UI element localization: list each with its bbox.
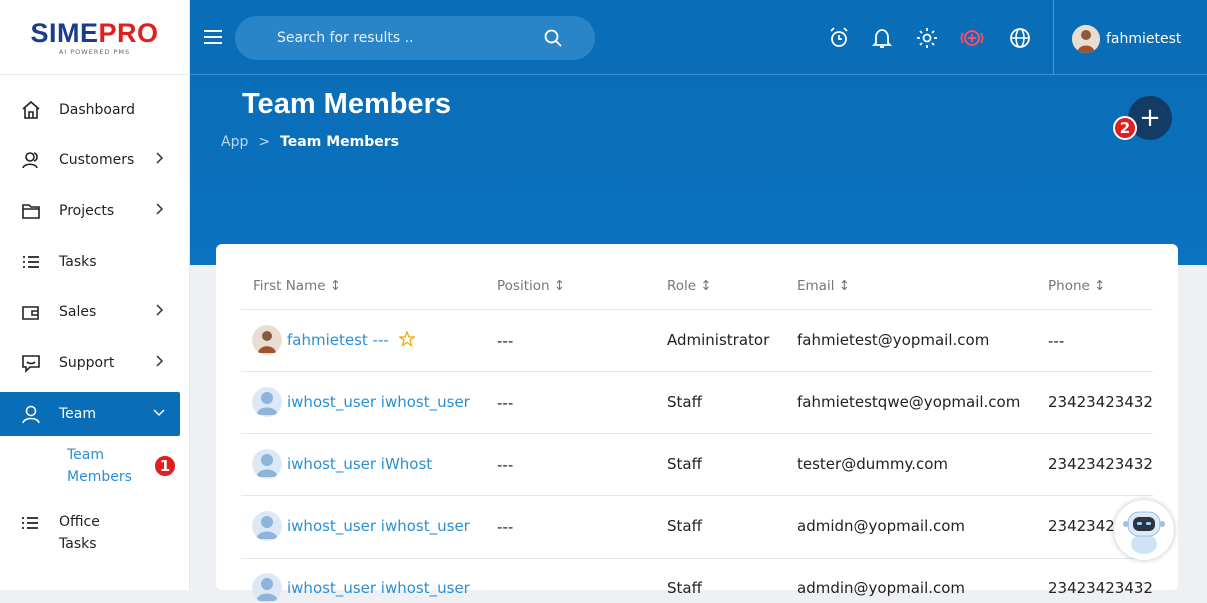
sidebar-item-label: Projects	[59, 203, 115, 219]
sidebar-item-office-tasks[interactable]: Office Tasks	[20, 511, 160, 555]
member-name[interactable]: fahmietest ---	[287, 331, 389, 349]
member-phone: ---	[1048, 332, 1065, 350]
sidebar-item-support[interactable]: Support	[0, 341, 180, 385]
chat-icon	[20, 352, 42, 374]
chevron-right-icon	[156, 152, 164, 164]
robot-icon	[1123, 511, 1165, 554]
member-phone: 234234234324	[1048, 517, 1118, 535]
sidebar-item-projects[interactable]: Projects	[0, 189, 180, 233]
sidebar-item-label: Team	[59, 406, 97, 422]
logo-text-pro: PRO	[98, 17, 159, 48]
column-header-phone[interactable]: Phone ↕	[1048, 278, 1105, 294]
member-position: ---	[497, 456, 514, 474]
breadcrumb: App > Team Members	[221, 134, 399, 150]
breadcrumb-separator: >	[258, 134, 271, 150]
member-role: Staff	[667, 393, 702, 411]
annotation-badge-1: 1	[153, 454, 177, 478]
search-placeholder: Search for results ..	[277, 30, 414, 46]
member-phone: 234234234324	[1048, 393, 1153, 411]
logo-text-sime: SIME	[30, 17, 99, 48]
member-email: tester@dummy.com	[797, 455, 948, 473]
alarm-clock-icon[interactable]	[827, 26, 851, 50]
default-avatar-icon	[252, 387, 282, 417]
add-circle-icon[interactable]	[960, 26, 984, 50]
sidebar-item-team[interactable]: Team	[0, 392, 180, 436]
member-position: ---	[497, 394, 514, 412]
annotation-badge-2: 2	[1113, 116, 1137, 140]
default-avatar-icon	[252, 511, 282, 541]
member-name[interactable]: iwhost_user iwhost_user	[287, 517, 470, 535]
column-header-role[interactable]: Role ↕	[667, 278, 712, 294]
divider	[241, 433, 1153, 434]
sidebar-item-label: Support	[59, 355, 115, 371]
user-menu[interactable]: fahmietest	[1072, 25, 1181, 53]
breadcrumb-root[interactable]: App	[221, 134, 248, 150]
search-icon[interactable]	[543, 28, 563, 48]
hamburger-menu-icon[interactable]	[203, 27, 223, 47]
chevron-down-icon	[153, 409, 165, 417]
member-role: Staff	[667, 579, 702, 597]
sidebar-item-tasks[interactable]: Tasks	[0, 240, 180, 284]
column-header-email[interactable]: Email ↕	[797, 278, 850, 294]
divider	[241, 558, 1153, 559]
sidebar-item-dashboard[interactable]: Dashboard	[0, 88, 180, 132]
divider	[241, 309, 1153, 310]
home-icon	[20, 99, 42, 121]
chatbot-button[interactable]	[1114, 500, 1174, 560]
chevron-right-icon	[156, 304, 164, 316]
member-email: admdin@yopmail.com	[797, 579, 966, 597]
avatar	[252, 325, 282, 355]
users-icon	[20, 149, 42, 171]
breadcrumb-current: Team Members	[280, 134, 399, 150]
member-name[interactable]: iwhost_user iWhost	[287, 455, 432, 473]
globe-icon[interactable]	[1008, 26, 1032, 50]
chevron-right-icon	[156, 355, 164, 367]
sidebar-item-customers[interactable]: Customers	[0, 138, 180, 182]
member-phone: 234234234324	[1048, 455, 1153, 473]
user-icon	[20, 403, 42, 425]
member-position: ---	[497, 518, 514, 536]
bell-icon[interactable]	[870, 26, 894, 50]
sidebar-subitem-team-members[interactable]: Team Members	[67, 444, 147, 488]
member-name[interactable]: iwhost_user iwhost_user	[287, 579, 470, 597]
team-members-card	[216, 244, 1178, 590]
default-avatar-icon	[252, 573, 282, 603]
sidebar: SIMEPRO AI POWERED PMS Dashboard Custome…	[0, 0, 190, 590]
folder-icon	[20, 200, 42, 222]
sidebar-item-label: Dashboard	[59, 102, 135, 118]
search-input[interactable]: Search for results ..	[235, 16, 595, 60]
star-icon[interactable]	[399, 331, 415, 347]
member-email: admidn@yopmail.com	[797, 517, 966, 535]
divider	[241, 495, 1153, 496]
default-avatar-icon	[252, 449, 282, 479]
sidebar-item-sales[interactable]: Sales	[0, 290, 180, 334]
avatar	[1072, 25, 1100, 53]
column-header-position[interactable]: Position ↕	[497, 278, 565, 294]
member-email: fahmietestqwe@yopmail.com	[797, 393, 1021, 411]
username: fahmietest	[1106, 31, 1182, 47]
member-role: Staff	[667, 455, 702, 473]
member-phone: 234234234324	[1048, 579, 1153, 597]
divider	[241, 371, 1153, 372]
gear-icon[interactable]	[915, 26, 939, 50]
page-title: Team Members	[242, 88, 451, 120]
member-email: fahmietest@yopmail.com	[797, 331, 990, 349]
wallet-icon	[20, 301, 42, 323]
top-bar: Search for results .. fahmietest	[190, 0, 1207, 75]
member-position: ---	[497, 332, 514, 350]
column-header-first-name[interactable]: First Name ↕	[253, 278, 341, 294]
member-role: Staff	[667, 517, 702, 535]
topbar-divider	[1053, 0, 1054, 75]
sidebar-item-label: Tasks	[59, 254, 97, 270]
sidebar-item-label: Sales	[59, 304, 97, 320]
list-icon	[20, 513, 40, 540]
member-role: Administrator	[667, 331, 770, 349]
sidebar-item-label: Customers	[59, 152, 135, 168]
list-icon	[20, 251, 42, 273]
chevron-right-icon	[156, 203, 164, 215]
member-name[interactable]: iwhost_user iwhost_user	[287, 393, 470, 411]
logo[interactable]: SIMEPRO AI POWERED PMS	[0, 0, 189, 75]
logo-tagline: AI POWERED PMS	[58, 47, 131, 56]
